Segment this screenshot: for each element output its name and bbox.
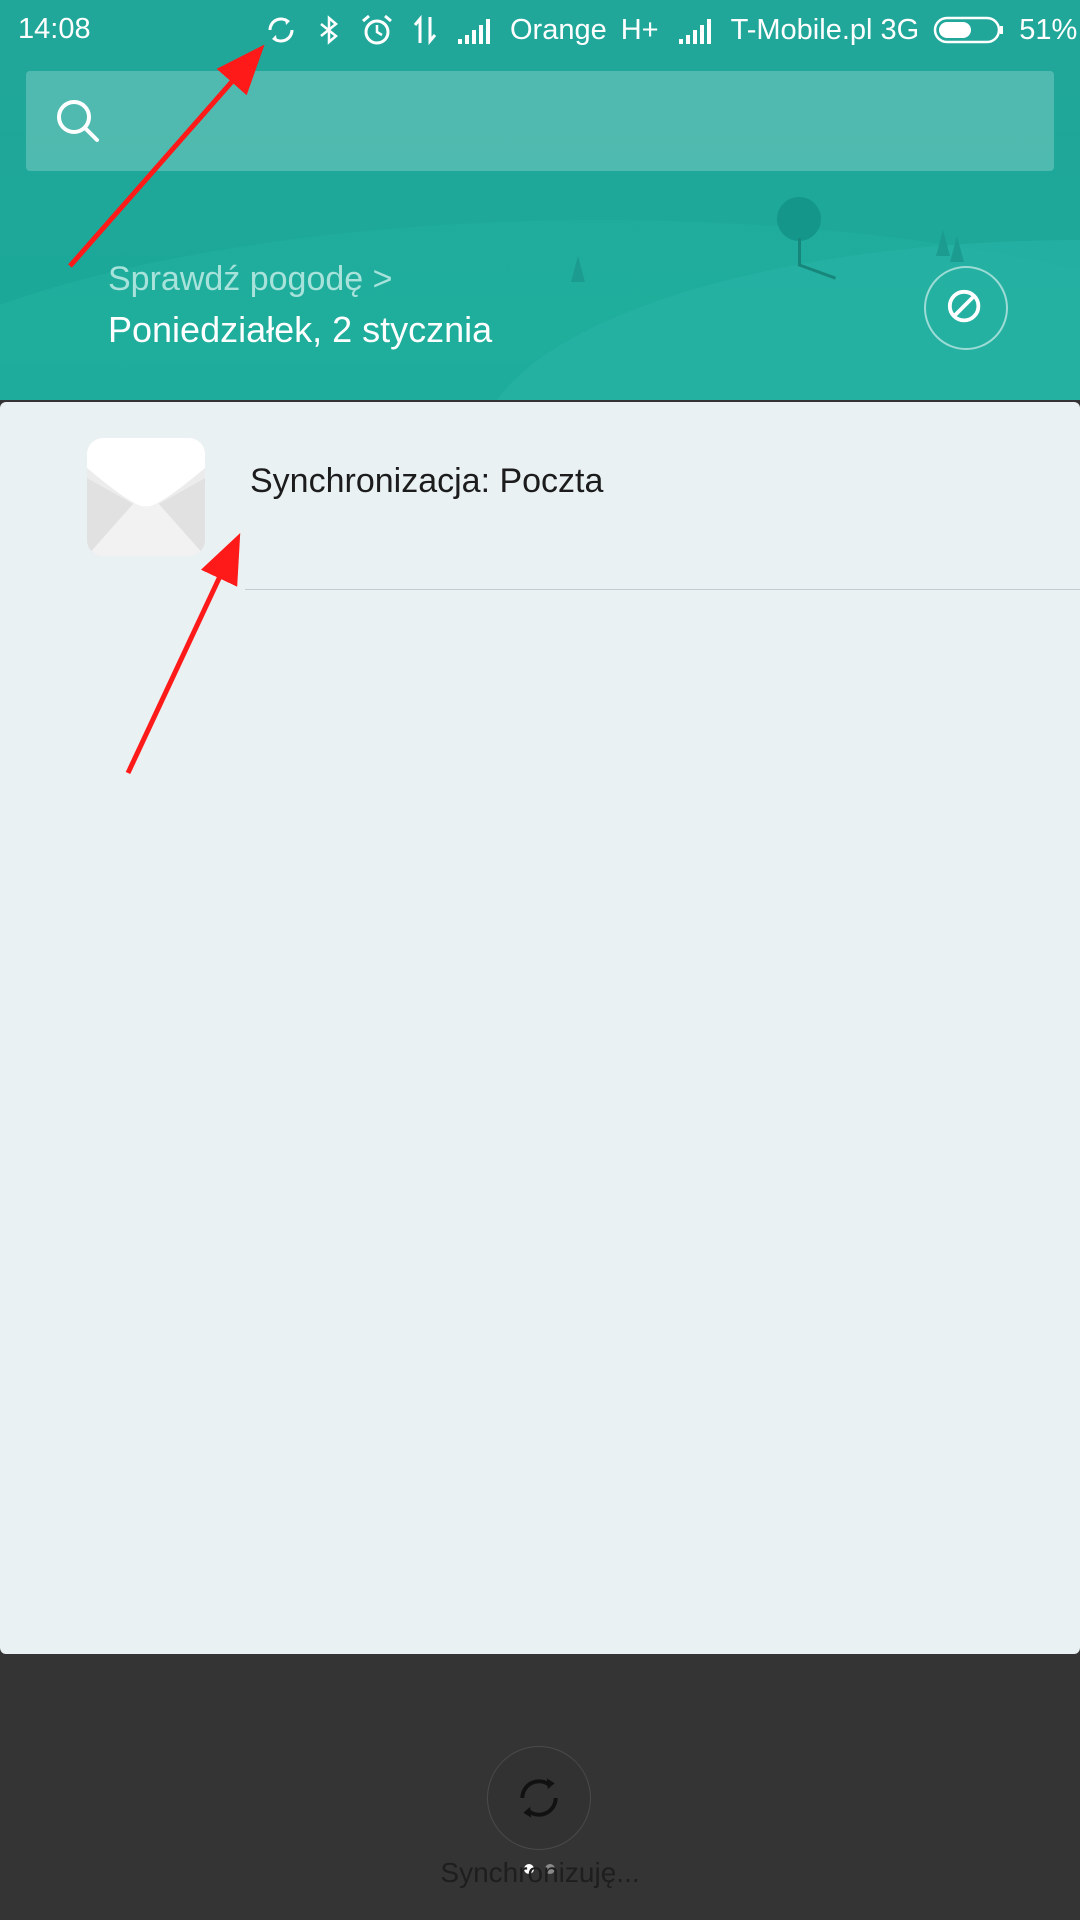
notification-shade-header: 14:08 Orange H+ T-Mobile.pl 3G 51% Spraw…: [0, 0, 1080, 400]
sync-status-label: Synchronizuję...: [440, 1857, 640, 1888]
status-time: 14:08: [18, 13, 91, 45]
carrier-name: T-Mobile.pl 3G: [730, 13, 920, 46]
data-transfer-icon: [413, 14, 437, 46]
refresh-icon: [520, 1778, 558, 1818]
tree-decoration: [777, 197, 821, 241]
pine-tree-decoration: [936, 230, 950, 256]
sync-icon: [268, 17, 294, 43]
clear-notifications-button[interactable]: [924, 266, 1008, 350]
bluetooth-icon: [320, 15, 338, 45]
mail-icon: [87, 438, 205, 556]
block-icon: [947, 289, 981, 323]
notification-title[interactable]: Synchronizacja: Poczta: [250, 462, 603, 501]
divider: [245, 589, 1080, 590]
carrier-name: Orange: [510, 13, 607, 46]
status-bar: 14:08 Orange H+ T-Mobile.pl 3G 51%: [0, 0, 1080, 60]
pine-tree-decoration: [571, 256, 585, 282]
search-bar[interactable]: [26, 71, 1054, 171]
pine-tree-decoration: [950, 236, 964, 262]
alarm-icon: [362, 14, 392, 45]
network-type: H+: [620, 13, 659, 46]
battery-icon: [933, 16, 1004, 44]
tree-decoration: [798, 238, 801, 266]
check-weather-link[interactable]: Sprawdź pogodę >: [108, 260, 392, 299]
signal-icon: [458, 19, 490, 44]
search-icon: [57, 100, 99, 142]
battery-percent: 51%: [1019, 13, 1078, 46]
signal-icon: [678, 19, 711, 44]
notification-list: Synchronizacja: Poczta: [0, 402, 1080, 1654]
date-label: Poniedziałek, 2 stycznia: [108, 309, 493, 350]
sync-button[interactable]: [487, 1746, 591, 1850]
